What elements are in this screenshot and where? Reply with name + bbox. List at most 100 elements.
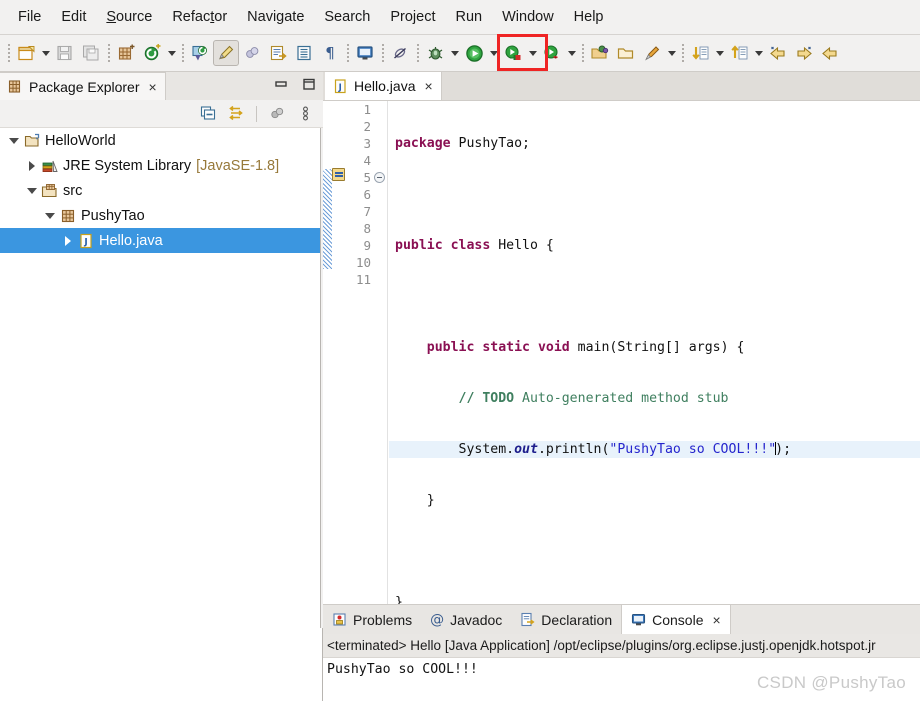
twisty-right-icon-hello-java[interactable] [60, 228, 76, 253]
back-history-icon[interactable] [817, 40, 843, 66]
token-comment-rest: Auto-generated method stub [514, 391, 729, 406]
package-explorer-panel: Package Explorer × HelloWorld JRE System… [0, 72, 323, 701]
menu-item-help[interactable]: Help [564, 6, 614, 28]
open-console-icon[interactable] [352, 40, 378, 66]
toggle-mark-occurrences-icon[interactable] [213, 40, 239, 66]
tab-label-problems: Problems [353, 611, 413, 628]
menu-item-run[interactable]: Run [445, 6, 492, 28]
open-task-icon[interactable] [265, 40, 291, 66]
code-text[interactable]: package PushyTao; public class Hello { p… [389, 101, 920, 610]
previous-annotation-dropdown[interactable] [752, 40, 765, 66]
code-editor[interactable]: 1 2 3 4 5 6 7 8 9 10 11 package PushyTao… [323, 100, 920, 610]
editor-area: J Hello.java × 1 2 3 4 5 6 7 8 9 10 11 p… [323, 72, 920, 610]
java-file-icon: J [76, 233, 96, 249]
package-explorer-icon [8, 79, 23, 94]
new-java-package-icon[interactable] [113, 40, 139, 66]
tree-item-jre-system-library[interactable]: JRE System Library [JavaSE-1.8] [0, 153, 320, 178]
maximize-icon[interactable] [301, 76, 317, 92]
token-field-out: out [514, 442, 538, 457]
toolbar-separator-1 [104, 40, 113, 66]
gutter-separator [387, 101, 388, 605]
view-filter-icon[interactable] [265, 103, 289, 125]
run-dropdown[interactable] [487, 40, 500, 66]
tab-console[interactable]: Console × [621, 605, 731, 634]
run-icon[interactable] [461, 40, 487, 66]
open-package-icon[interactable] [587, 40, 613, 66]
save-icon[interactable] [52, 40, 78, 66]
twisty-down-icon-helloworld[interactable] [6, 128, 22, 153]
console-tab-close-icon[interactable]: × [713, 613, 721, 627]
tree-item-pushytao-package[interactable]: PushyTao [0, 203, 320, 228]
coverage-dropdown[interactable] [565, 40, 578, 66]
new-java-class-dropdown[interactable] [165, 40, 178, 66]
next-annotation-icon[interactable] [687, 40, 713, 66]
line-number: 4 [363, 153, 371, 168]
menu-item-window[interactable]: Window [492, 6, 564, 28]
editor-tab-label: Hello.java [354, 78, 416, 94]
disable-breakpoints-icon[interactable] [387, 40, 413, 66]
tree-label-helloworld: HelloWorld [45, 132, 116, 149]
menu-item-source[interactable]: Source [96, 6, 162, 28]
back-icon[interactable] [765, 40, 791, 66]
token-keyword-public-2: public [426, 340, 475, 355]
new-wizard-icon[interactable] [13, 40, 39, 66]
menu-item-file[interactable]: File [8, 6, 51, 28]
collapse-all-icon[interactable] [196, 103, 220, 125]
package-explorer-close-icon[interactable]: × [149, 80, 157, 94]
new-java-class-icon[interactable] [139, 40, 165, 66]
main-toolbar: ¶ [0, 35, 920, 72]
menu-label-search: Search [324, 9, 371, 25]
coverage-icon[interactable] [539, 40, 565, 66]
link-with-editor-icon[interactable] [224, 103, 248, 125]
console-output[interactable]: PushyTao so COOL!!! [323, 657, 920, 701]
save-all-icon[interactable] [78, 40, 104, 66]
new-launch-dropdown[interactable] [665, 40, 678, 66]
menu-item-project[interactable]: Project [380, 6, 445, 28]
forward-icon[interactable] [791, 40, 817, 66]
run-external-dropdown[interactable] [526, 40, 539, 66]
tab-javadoc[interactable]: @ Javadoc [421, 605, 511, 634]
show-whitespace-icon[interactable] [291, 40, 317, 66]
menu-label-source: ource [116, 9, 153, 25]
twisty-down-icon-pushytao[interactable] [42, 203, 58, 228]
minimize-icon[interactable] [273, 76, 289, 92]
pilcrow-icon[interactable]: ¶ [317, 40, 343, 66]
new-launch-icon[interactable] [639, 40, 665, 66]
debug-icon[interactable] [422, 40, 448, 66]
token-main-signature: main(String[] args) { [569, 340, 745, 355]
tree-item-hello-java[interactable]: J Hello.java [0, 228, 320, 253]
menu-item-navigate[interactable]: Navigate [237, 6, 314, 28]
run-external-tools-icon[interactable] [500, 40, 526, 66]
line-number: 3 [363, 136, 371, 151]
package-explorer-toolbar-divider [256, 105, 257, 122]
open-folder-icon[interactable] [613, 40, 639, 66]
collapse-method-icon[interactable] [374, 172, 385, 183]
tab-problems[interactable]: Problems [323, 605, 421, 634]
skip-breakpoints-icon[interactable] [239, 40, 265, 66]
open-type-icon[interactable] [187, 40, 213, 66]
editor-tab-row: J Hello.java × [323, 72, 920, 100]
new-wizard-dropdown[interactable] [39, 40, 52, 66]
menu-item-edit[interactable]: Edit [51, 6, 96, 28]
tab-package-explorer[interactable]: Package Explorer × [0, 72, 166, 100]
code-line-3: public class Hello { [389, 237, 920, 254]
menu-label-edit: Edit [61, 9, 87, 25]
tree-item-helloworld[interactable]: HelloWorld [0, 128, 320, 153]
next-annotation-dropdown[interactable] [713, 40, 726, 66]
tab-label-console: Console [652, 611, 704, 628]
previous-annotation-icon[interactable] [726, 40, 752, 66]
menu-item-refactor[interactable]: Refactor [162, 6, 237, 28]
twisty-right-icon-jre[interactable] [24, 153, 40, 178]
menu-label-refactor-b: or [214, 9, 228, 25]
menu-item-search[interactable]: Search [314, 6, 380, 28]
project-tree[interactable]: HelloWorld JRE System Library [JavaSE-1.… [0, 128, 321, 700]
view-menu-icon[interactable] [293, 103, 317, 125]
debug-dropdown[interactable] [448, 40, 461, 66]
tab-hello-java[interactable]: J Hello.java × [325, 72, 442, 100]
tree-item-src[interactable]: src [0, 178, 320, 203]
token-class-name: Hello { [490, 238, 554, 253]
tab-declaration[interactable]: Declaration [511, 605, 621, 634]
twisty-down-icon-src[interactable] [24, 178, 40, 203]
line-number: 1 [363, 102, 371, 117]
editor-tab-close-icon[interactable]: × [424, 79, 432, 93]
